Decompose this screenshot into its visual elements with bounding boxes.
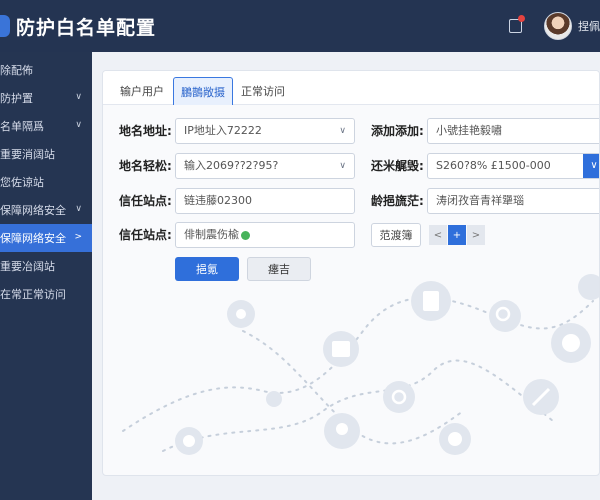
sidebar-item-label: 在常正常访问 (0, 288, 66, 301)
chevron-down-icon: ∨ (339, 161, 346, 171)
top-bar: 防护白名单配置 捏佩进 (0, 0, 600, 52)
tab-bar: 输户用户 鵬鵲敞摄 正常访问 (103, 71, 599, 105)
sidebar-item-label: 重要冶阔站 (0, 260, 55, 273)
sidebar-item-label: 您佐谅站 (0, 176, 44, 189)
tab-3[interactable]: 正常访问 (235, 77, 291, 105)
chevron-down-icon: ∨ (75, 92, 82, 102)
field-label: 地名地址: (119, 124, 172, 138)
field-label: 龄挹旒茫: (371, 194, 424, 208)
chevron-down-icon: ∨ (75, 120, 82, 130)
smile-icon (439, 423, 471, 455)
avatar[interactable] (544, 12, 572, 40)
sidebar-item-7-active[interactable]: 保障网络安全 > (0, 224, 92, 252)
trusted-site-input-2[interactable]: 俳制震伤楡 (175, 222, 355, 248)
sidebar-item-9[interactable]: 在常正常访问 (0, 280, 92, 308)
sidebar-item-2[interactable]: 防护置 ∨ (0, 84, 92, 112)
pager-prev-button[interactable]: < (429, 225, 447, 245)
add-button[interactable]: + (448, 225, 466, 245)
range-select[interactable]: S260?8% £1500-000 ∨ (427, 153, 599, 179)
notification-button[interactable] (500, 11, 530, 41)
sidebar: 除配佈 防护置 ∨ 名单隔爲 ∨ 重要消阔站 您佐谅站 保障网络安全 ∨ 保障网… (0, 52, 92, 500)
sidebar-item-3[interactable]: 名单隔爲 ∨ (0, 112, 92, 140)
field-label: 信任站点: (119, 194, 172, 208)
field-label: 还米艉毁: (371, 159, 424, 173)
chevron-down-icon[interactable]: ∨ (583, 154, 599, 178)
page-title: 防护白名单配置 (16, 16, 157, 39)
range-button[interactable]: 范渡簿 (371, 223, 421, 247)
ip-address-select[interactable]: IP地址入72222 ∨ (175, 118, 355, 144)
compass-icon (266, 391, 282, 407)
brand: 防护白名单配置 (0, 0, 156, 52)
chat-icon (551, 323, 591, 363)
bubble-icon (175, 427, 203, 455)
search-icon (489, 300, 521, 332)
calendar-icon (323, 331, 359, 367)
arrow-icon (523, 379, 559, 415)
field-value: 小號挂艳毅嘯 (436, 124, 502, 137)
location-icon (324, 413, 360, 449)
recycle-icon (383, 381, 415, 413)
field-label: 添加添加: (371, 124, 424, 138)
sidebar-item-label: 保障网络安全 (0, 204, 66, 217)
sidebar-item-label: 名单隔爲 (0, 120, 44, 133)
field-value: IP地址入72222 (184, 124, 262, 137)
notification-badge (518, 15, 525, 22)
field-value: 涛闭孜音青祥犟瑙 (436, 194, 524, 207)
sidebar-item-label: 除配佈 (0, 64, 33, 77)
document-icon (411, 281, 451, 321)
sidebar-item-label: 重要消阔站 (0, 148, 55, 161)
chevron-down-icon: ∨ (339, 126, 346, 136)
sidebar-item-8[interactable]: 重要冶阔站 (0, 252, 92, 280)
field-value: 链违藤02300 (184, 194, 252, 207)
sidebar-item-label: 防护置 (0, 92, 33, 105)
sidebar-item-1[interactable]: 除配佈 (0, 56, 92, 84)
tab-2-active[interactable]: 鵬鵲敞摄 (173, 77, 233, 105)
status-ok-icon (241, 230, 250, 240)
add-field-input[interactable]: 小號挂艳毅嘯 (427, 118, 599, 144)
network-illustration (122, 274, 599, 455)
sidebar-item-6[interactable]: 保障网络安全 ∨ (0, 196, 92, 224)
description-input[interactable]: 涛闭孜音青祥犟瑙 (427, 188, 599, 214)
sidebar-item-4[interactable]: 重要消阔站 (0, 140, 92, 168)
user-name[interactable]: 捏佩进 (578, 18, 600, 34)
name-input-select[interactable]: 输入2069??2?95? ∨ (175, 153, 355, 179)
chevron-down-icon: ∨ (75, 204, 82, 214)
field-value: S260?8% £1500-000 (436, 159, 551, 172)
sidebar-item-label: 保障网络安全 (0, 232, 66, 245)
tab-1[interactable]: 输户用户 (111, 77, 173, 105)
field-value: 俳制震伤楡 (184, 228, 239, 241)
main-panel: 输户用户 鵬鵲敞摄 正常访问 地名地址: IP地址入72222 ∨ 添加添加: … (102, 70, 600, 476)
field-label: 信任站点: (119, 228, 172, 242)
pager-next-button[interactable]: > (467, 225, 485, 245)
star-icon (578, 274, 599, 300)
shield-logo-icon (0, 15, 10, 37)
field-label: 地名轻松: (119, 159, 172, 173)
trusted-site-input[interactable]: 链违藤02300 (175, 188, 355, 214)
top-right-area: 捏佩进 (500, 0, 600, 52)
field-value: 输入2069??2?95? (184, 159, 279, 172)
sidebar-item-5[interactable]: 您佐谅站 (0, 168, 92, 196)
gear-icon (227, 300, 255, 328)
chevron-right-icon: > (74, 232, 82, 242)
